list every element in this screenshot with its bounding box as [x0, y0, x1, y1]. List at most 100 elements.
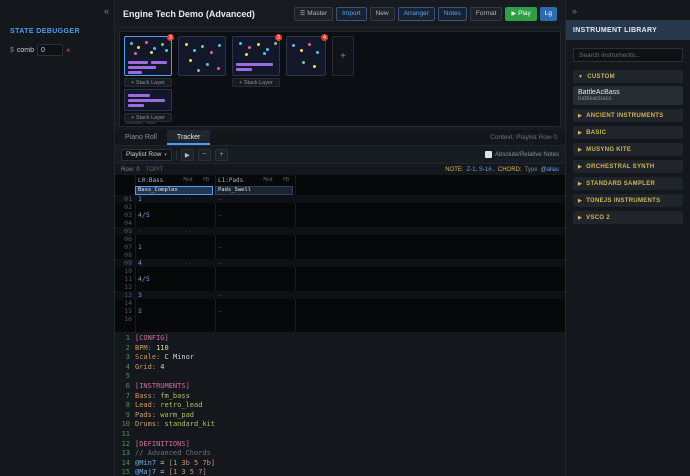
play-button[interactable]: ▶ Play	[505, 7, 536, 21]
tracker-row-number: 10	[115, 267, 135, 275]
code-line[interactable]: 2BPM: 110	[115, 344, 565, 354]
tracker-cell[interactable]: 4	[135, 259, 179, 267]
tracker-cell[interactable]: 4/5	[135, 211, 179, 219]
section-label: VSCO 2	[586, 215, 610, 221]
code-token: [INSTRUMENTS]	[135, 382, 190, 390]
chevron-right-icon: ▶	[578, 198, 582, 204]
tracker-cell[interactable]: -	[135, 227, 179, 235]
tracker-cell[interactable]: —	[215, 259, 259, 267]
tracker-cell[interactable]: ··	[179, 195, 197, 203]
code-text: Pads: warm_pad	[135, 411, 194, 421]
code-line[interactable]: 14@Min7 = [1 3b 5 7b]	[115, 459, 565, 469]
arranger-button[interactable]: Arranger	[398, 7, 435, 21]
library-section[interactable]: ▶VSCO 2	[573, 211, 683, 224]
arranger-wrap: + 334+ Stack Layer+ Stack Layer+ Stack L…	[115, 28, 565, 130]
absolute-relative-checkbox[interactable]	[485, 151, 492, 158]
code-line[interactable]: 13// Advanced Chords	[115, 449, 565, 459]
track-subcolumn: Mod	[179, 177, 197, 183]
collapse-right-icon[interactable]: »	[572, 6, 577, 16]
track-name[interactable]: L1:Pads	[215, 177, 259, 184]
code-line[interactable]: 12[DEFINITIONS]	[115, 440, 565, 450]
library-section[interactable]: ▶BASIC	[573, 126, 683, 139]
pattern-clip[interactable]: 3	[124, 36, 172, 76]
chevron-right-icon: ▶	[578, 164, 582, 170]
code-line[interactable]: 3Scale: C Minor	[115, 353, 565, 363]
master-button[interactable]: ☰ Master	[294, 7, 333, 21]
code-line[interactable]: 8Lead: retro_lead	[115, 401, 565, 411]
pattern-clip[interactable]: 3	[232, 36, 280, 76]
instrument-item[interactable]: BattleAcBassbattleacbass	[573, 86, 683, 105]
library-section[interactable]: ▶ANCIENT INSTRUMENTS	[573, 109, 683, 122]
clip-name-pads[interactable]: Pads_Swell	[215, 186, 293, 195]
tracker-cell[interactable]: —	[215, 307, 259, 315]
tracker-cell[interactable]: 1	[135, 243, 179, 251]
tracker-cell[interactable]: —	[215, 243, 259, 251]
code-line[interactable]: 10Drums: standard_kit	[115, 420, 565, 430]
library-section[interactable]: ▼CUSTOM	[573, 70, 683, 83]
code-line[interactable]: 7Bass: fm_bass	[115, 392, 565, 402]
tracker-cell[interactable]: —	[215, 195, 259, 203]
code-line[interactable]: 1[CONFIG]	[115, 334, 565, 344]
tracker-cell[interactable]: —	[215, 291, 259, 299]
mode-select-value: Playlist Row	[126, 151, 161, 158]
tracker-row-number: 05	[115, 227, 135, 235]
note-bar	[255, 63, 273, 66]
code-line[interactable]: 15@Maj7 = [1 3 5 7]	[115, 468, 565, 476]
code-line[interactable]: 11	[115, 430, 565, 440]
library-section[interactable]: ▶ORCHESTRAL SYNTH	[573, 160, 683, 173]
app-window: « STATE DEBUGGER $ comb 0 × Engine Tech …	[0, 0, 690, 476]
code-token: Scale:	[135, 353, 160, 361]
pattern-clip[interactable]	[178, 36, 226, 76]
toolbar-play-button[interactable]: ▶	[181, 149, 194, 161]
variable-value-input[interactable]: 0	[37, 44, 63, 56]
tracker-cell[interactable]: 1	[135, 195, 179, 203]
tracker-row-number: 16	[115, 315, 135, 323]
tracker-row-number: 14	[115, 299, 135, 307]
tab-piano-roll[interactable]: Piano Roll	[115, 130, 167, 145]
add-stack-layer-button[interactable]: + Stack Layer	[124, 113, 172, 122]
add-clip-button[interactable]: +	[332, 36, 354, 76]
section-label: CUSTOM	[587, 74, 615, 80]
library-section[interactable]: ▶TONEJS INSTRUMENTS	[573, 194, 683, 207]
code-editor[interactable]: 1[CONFIG]2BPM: 1103Scale: C Minor4Grid: …	[115, 332, 565, 476]
library-section[interactable]: ▶MUSYNG KITE	[573, 143, 683, 156]
pattern-clip[interactable]: 4	[286, 36, 326, 76]
tracker-cell[interactable]: —	[215, 211, 259, 219]
tab-tracker[interactable]: Tracker	[167, 130, 210, 145]
tracker-cell[interactable]: 4/5	[135, 275, 179, 283]
tracker-row-number: 11	[115, 275, 135, 283]
search-input[interactable]: Search instruments...	[573, 48, 683, 62]
tracker-cell[interactable]: ··	[179, 259, 197, 267]
format-button[interactable]: Format	[470, 7, 503, 21]
note-dot	[316, 51, 319, 54]
remove-variable-button[interactable]: ×	[66, 46, 71, 55]
code-line[interactable]: 5	[115, 372, 565, 382]
notes-button[interactable]: Notes	[438, 7, 467, 21]
tracker-cell[interactable]: 2	[135, 307, 179, 315]
add-stack-layer-button[interactable]: + Stack Layer	[124, 78, 172, 87]
hint-area: NOTE: Z-1, S-1#.. CHORD: Type @alias	[445, 167, 559, 173]
tracker-cell[interactable]: ··	[179, 227, 197, 235]
library-section[interactable]: ▶STANDARD SAMPLER	[573, 177, 683, 190]
pattern-clip[interactable]	[124, 89, 172, 111]
mode-select[interactable]: Playlist Row ▾	[121, 149, 172, 161]
log-button[interactable]: Lg	[540, 7, 557, 21]
note-dot	[308, 43, 311, 46]
add-stack-layer-button[interactable]: + Stack Layer	[232, 78, 280, 87]
note-dot	[193, 49, 196, 52]
code-line[interactable]: 6[INSTRUMENTS]	[115, 382, 565, 392]
import-button[interactable]: Import	[336, 7, 366, 21]
clip-name-bass[interactable]: Bass_Complex	[135, 186, 213, 195]
new-button[interactable]: New	[370, 7, 395, 21]
code-token: // Advanced Chords	[135, 449, 211, 457]
note-bar	[128, 66, 156, 69]
track-name[interactable]: L0:Bass	[135, 177, 179, 184]
code-text: Scale: C Minor	[135, 353, 194, 363]
section-label: BASIC	[586, 130, 606, 136]
code-line[interactable]: 4Grid: 4	[115, 363, 565, 373]
zoom-in-button[interactable]: +	[215, 149, 228, 161]
code-line[interactable]: 9Pads: warm_pad	[115, 411, 565, 421]
collapse-left-icon[interactable]: «	[104, 6, 109, 16]
tracker-cell[interactable]: 3	[135, 291, 179, 299]
zoom-out-button[interactable]: −	[198, 149, 211, 161]
